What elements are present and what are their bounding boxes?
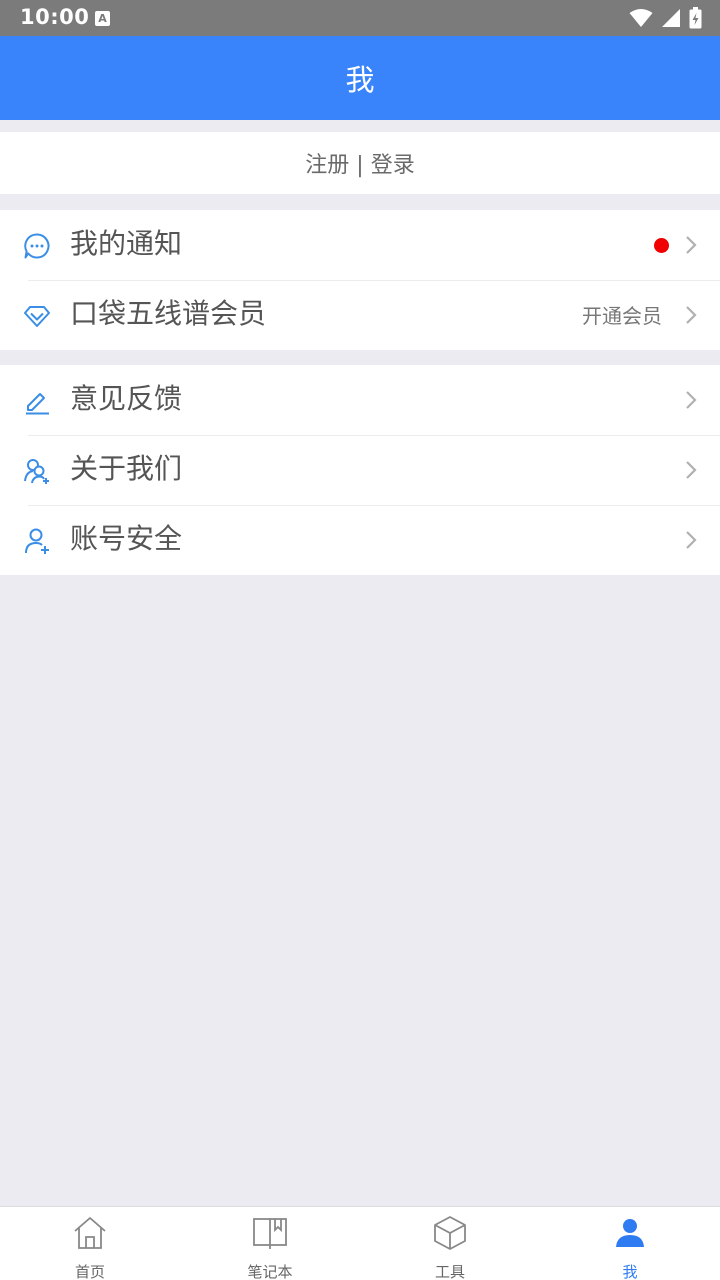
menu-group-other: 意见反馈 关于我们 账号安全 — [0, 365, 720, 575]
menu-item-label: 账号安全 — [70, 522, 183, 555]
menu-item-label: 意见反馈 — [70, 382, 183, 415]
diamond-icon — [24, 306, 50, 327]
notification-a-icon: A — [95, 11, 110, 26]
chevron-right-icon — [686, 531, 697, 549]
notification-badge — [654, 238, 669, 253]
chevron-right-icon — [686, 461, 697, 479]
menu-group-account: 我的通知 口袋五线谱会员 开通会员 — [0, 210, 720, 350]
chevron-right-icon — [686, 391, 697, 409]
signal-icon — [662, 9, 680, 27]
users-icon — [24, 459, 49, 484]
menu-item-feedback[interactable]: 意见反馈 — [0, 365, 720, 435]
nav-label: 我 — [622, 1263, 638, 1280]
status-bar: 10:00 A — [0, 0, 720, 36]
menu-item-label: 关于我们 — [70, 452, 183, 485]
person-icon — [616, 1219, 644, 1247]
menu-item-notifications[interactable]: 我的通知 — [0, 210, 720, 280]
menu-item-membership[interactable]: 口袋五线谱会员 开通会员 — [0, 280, 720, 350]
nav-tab-tools[interactable]: 工具 — [360, 1207, 540, 1280]
nav-label: 工具 — [434, 1263, 465, 1280]
register-login-label: 注册 | 登录 — [305, 153, 415, 178]
nav-tab-me[interactable]: 我 — [540, 1207, 720, 1280]
user-plus-icon — [25, 528, 49, 554]
nav-label: 笔记本 — [247, 1263, 293, 1280]
register-login-button[interactable]: 注册 | 登录 — [0, 132, 720, 194]
notebook-icon — [253, 1218, 287, 1249]
box-icon — [434, 1216, 466, 1250]
menu-item-label: 我的通知 — [70, 227, 183, 260]
page-title: 我 — [345, 63, 375, 97]
battery-icon — [689, 7, 702, 29]
app-bar: 我 — [0, 36, 720, 120]
nav-label: 首页 — [74, 1263, 105, 1280]
pencil-icon — [26, 393, 49, 415]
status-icons — [629, 7, 702, 29]
status-time: 10:00 — [20, 5, 90, 29]
message-dots-icon — [24, 233, 50, 259]
nav-tab-notebook[interactable]: 笔记本 — [180, 1207, 360, 1280]
home-icon — [74, 1217, 106, 1249]
chevron-right-icon — [686, 236, 697, 254]
menu-item-label: 口袋五线谱会员 — [70, 297, 267, 330]
wifi-icon — [629, 9, 653, 27]
menu-item-account-security[interactable]: 账号安全 — [0, 505, 720, 575]
nav-tab-home[interactable]: 首页 — [0, 1207, 180, 1280]
open-membership-label: 开通会员 — [582, 304, 662, 328]
bottom-nav: 首页 笔记本 工具 我 — [0, 1206, 720, 1280]
menu-item-about-us[interactable]: 关于我们 — [0, 435, 720, 505]
chevron-right-icon — [686, 306, 697, 324]
